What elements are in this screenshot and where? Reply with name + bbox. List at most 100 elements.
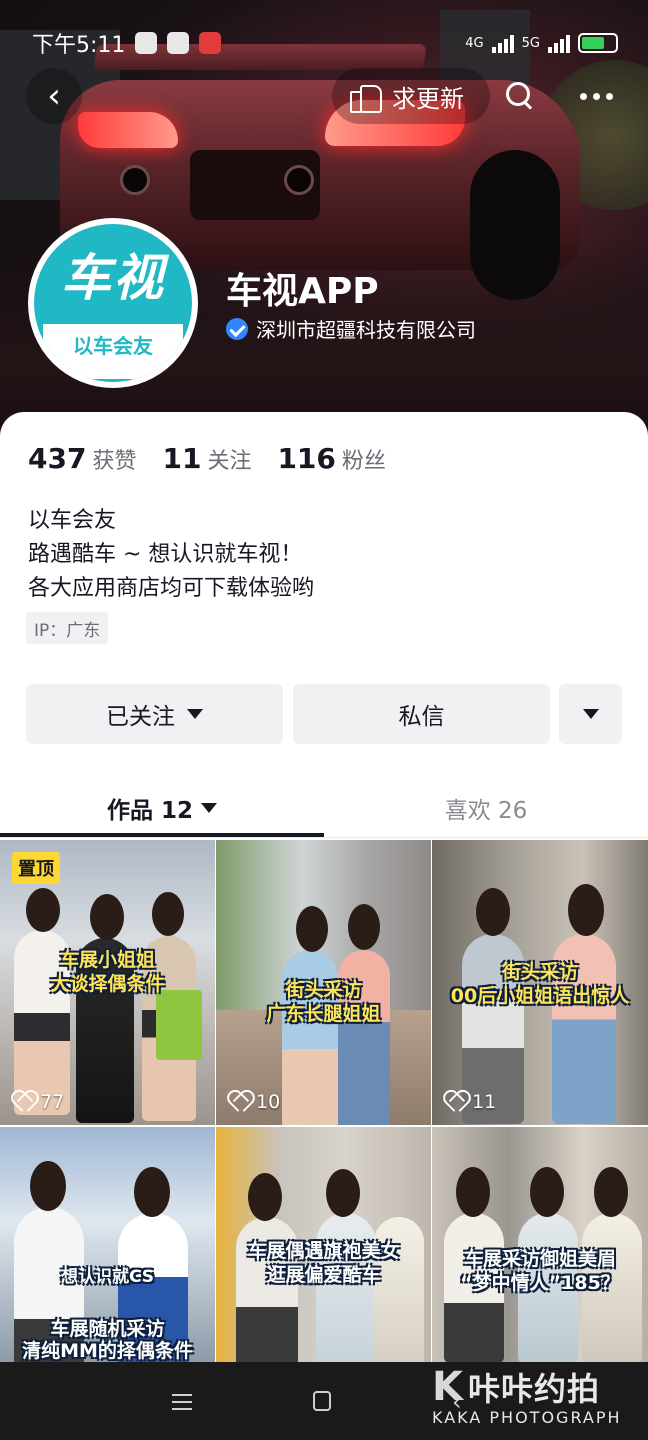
video-caption: 想认识就CS bbox=[60, 1267, 155, 1287]
car-exhaust bbox=[120, 165, 150, 195]
status-bar: 下午5:11 4G 5G bbox=[0, 0, 648, 68]
video-caption: 车展采访御姐美眉 bbox=[463, 1248, 616, 1270]
video-person-head bbox=[30, 1161, 66, 1211]
pinned-badge: 置顶 bbox=[12, 852, 60, 884]
chevron-left-icon: ‹ bbox=[47, 76, 61, 116]
recent-apps-button[interactable] bbox=[172, 1394, 192, 1410]
watermark: K 咔咔约拍 KAKA PHOTOGRAPH bbox=[432, 1364, 622, 1427]
avatar-logo-text: 车视 bbox=[61, 248, 165, 307]
verified-org[interactable]: 深圳市超疆科技有限公司 bbox=[226, 314, 476, 343]
video-likes-count: 10 bbox=[256, 1091, 281, 1113]
more-button[interactable] bbox=[566, 68, 626, 124]
video-likes: 77 bbox=[12, 1091, 64, 1113]
watermark-sub: KAKA PHOTOGRAPH bbox=[432, 1408, 622, 1427]
search-icon bbox=[506, 82, 534, 110]
video-caption: 车展小姐姐 bbox=[59, 949, 155, 971]
video-person bbox=[338, 950, 390, 1125]
car-exhaust bbox=[284, 165, 314, 195]
tab-works[interactable]: 作品 12 bbox=[0, 780, 324, 836]
watermark-main: K 咔咔约拍 bbox=[432, 1364, 622, 1410]
video-person-head bbox=[456, 1167, 490, 1217]
search-button[interactable] bbox=[492, 68, 548, 124]
message-button[interactable]: 私信 bbox=[293, 684, 550, 744]
network-label: 4G bbox=[465, 35, 484, 51]
video-person-head bbox=[296, 906, 328, 952]
video-thumbnail[interactable]: 想认识就CS 车展随机采访 清纯MM的择偶条件 bbox=[0, 1127, 215, 1363]
avatar-logo-subtext: 以车会友 bbox=[43, 323, 183, 379]
video-person-head bbox=[348, 904, 380, 950]
tab-likes[interactable]: 喜欢 26 bbox=[324, 780, 648, 836]
video-person-head bbox=[568, 884, 604, 936]
watermark-main-text: 咔咔约拍 bbox=[468, 1370, 601, 1408]
notification-icon bbox=[199, 32, 222, 54]
video-person bbox=[282, 950, 338, 1125]
video-person bbox=[316, 1213, 376, 1363]
back-button[interactable]: ‹ bbox=[26, 68, 82, 124]
bio-line: 路遇酷车 ~ 想认识就车视！ bbox=[28, 542, 303, 567]
battery-icon bbox=[578, 33, 618, 53]
video-caption: 车展偶遇旗袍美女 bbox=[247, 1240, 400, 1262]
request-update-label: 求更新 bbox=[392, 84, 464, 113]
status-time: 下午5:11 bbox=[32, 33, 126, 58]
stat-following[interactable]: 11 关注 bbox=[162, 442, 251, 475]
profile-bio: 以车会友 路遇酷车 ~ 想认识就车视！ 各大应用商店均可下载体验哟 bbox=[28, 504, 314, 606]
video-thumbnail[interactable]: 街头采访 00后小姐姐语出惊人 11 bbox=[432, 840, 648, 1125]
video-caption: 车展随机采访 bbox=[50, 1318, 165, 1340]
notification-icon bbox=[135, 32, 158, 54]
video-likes: 10 bbox=[228, 1091, 280, 1113]
signal-icon bbox=[491, 33, 514, 53]
verified-check-icon bbox=[226, 317, 248, 340]
content-tabs: 作品 12 喜欢 26 bbox=[0, 780, 648, 838]
caret-down-icon bbox=[582, 709, 599, 719]
caret-down-icon bbox=[187, 709, 203, 719]
heart-icon bbox=[12, 1092, 34, 1112]
video-caption: “梦中情人”185？ bbox=[460, 1272, 620, 1294]
stat-label: 获赞 bbox=[92, 449, 137, 474]
stat-likes[interactable]: 437 获赞 bbox=[28, 442, 136, 475]
video-caption: 逛展偏爱酷车 bbox=[266, 1264, 381, 1286]
video-person-head bbox=[248, 1173, 282, 1221]
video-caption: 广东长腿姐姐 bbox=[266, 1003, 381, 1025]
bio-line: 各大应用商店均可下载体验哟 bbox=[28, 576, 315, 601]
video-thumbnail[interactable]: 街头采访 广东长腿姐姐 10 bbox=[216, 840, 431, 1125]
avatar[interactable]: 车视 以车会友 bbox=[28, 218, 198, 388]
request-update-button[interactable]: 求更新 bbox=[332, 68, 490, 124]
video-person-head bbox=[476, 888, 510, 936]
video-caption: 00后小姐姐语出惊人 bbox=[450, 985, 630, 1007]
stat-followers[interactable]: 116 粉丝 bbox=[277, 442, 385, 475]
video-grid: 置顶 车展小姐姐 大谈择偶条件 77 街头采访 广东长腿姐姐 10 街头采访 0… bbox=[0, 840, 648, 1363]
followed-button[interactable]: 已关注 bbox=[26, 684, 283, 744]
video-person-head bbox=[26, 888, 60, 932]
network-label: 5G bbox=[521, 35, 540, 51]
video-person-head bbox=[90, 894, 124, 940]
tab-works-label: 作品 12 bbox=[106, 798, 193, 824]
followed-label: 已关注 bbox=[106, 704, 175, 730]
stat-label: 粉丝 bbox=[341, 449, 386, 474]
profile-name: 车视APP bbox=[226, 271, 379, 312]
avatar-logo: 车视 以车会友 bbox=[34, 224, 192, 382]
stat-number: 11 bbox=[162, 442, 202, 475]
stat-label: 关注 bbox=[207, 449, 252, 474]
heart-icon bbox=[444, 1092, 466, 1112]
video-caption: 街头采访 bbox=[285, 979, 362, 1001]
video-thumbnail[interactable]: 置顶 车展小姐姐 大谈择偶条件 77 bbox=[0, 840, 215, 1125]
signal-icon bbox=[548, 33, 570, 53]
video-person-head bbox=[594, 1167, 628, 1217]
bio-line: 以车会友 bbox=[28, 508, 117, 533]
stat-number: 437 bbox=[28, 442, 87, 475]
watermark-k-logo: K bbox=[432, 1364, 464, 1410]
video-person-head bbox=[134, 1167, 170, 1217]
message-label: 私信 bbox=[398, 704, 445, 730]
top-nav: ‹ 求更新 bbox=[0, 68, 648, 124]
ip-location-tag: IP：广东 bbox=[26, 612, 109, 644]
caret-down-icon bbox=[201, 803, 217, 813]
video-thumbnail[interactable]: 车展采访御姐美眉 “梦中情人”185？ bbox=[432, 1127, 648, 1363]
video-person-head bbox=[530, 1167, 564, 1217]
video-thumbnail[interactable]: 车展偶遇旗袍美女 逛展偏爱酷车 bbox=[216, 1127, 431, 1363]
video-caption: 街头采访 bbox=[501, 961, 578, 983]
home-button[interactable] bbox=[313, 1391, 331, 1411]
car-wheel bbox=[470, 150, 560, 300]
stat-number: 116 bbox=[277, 442, 336, 475]
recommend-dropdown-button[interactable] bbox=[559, 684, 622, 744]
more-dots-icon bbox=[579, 92, 587, 100]
